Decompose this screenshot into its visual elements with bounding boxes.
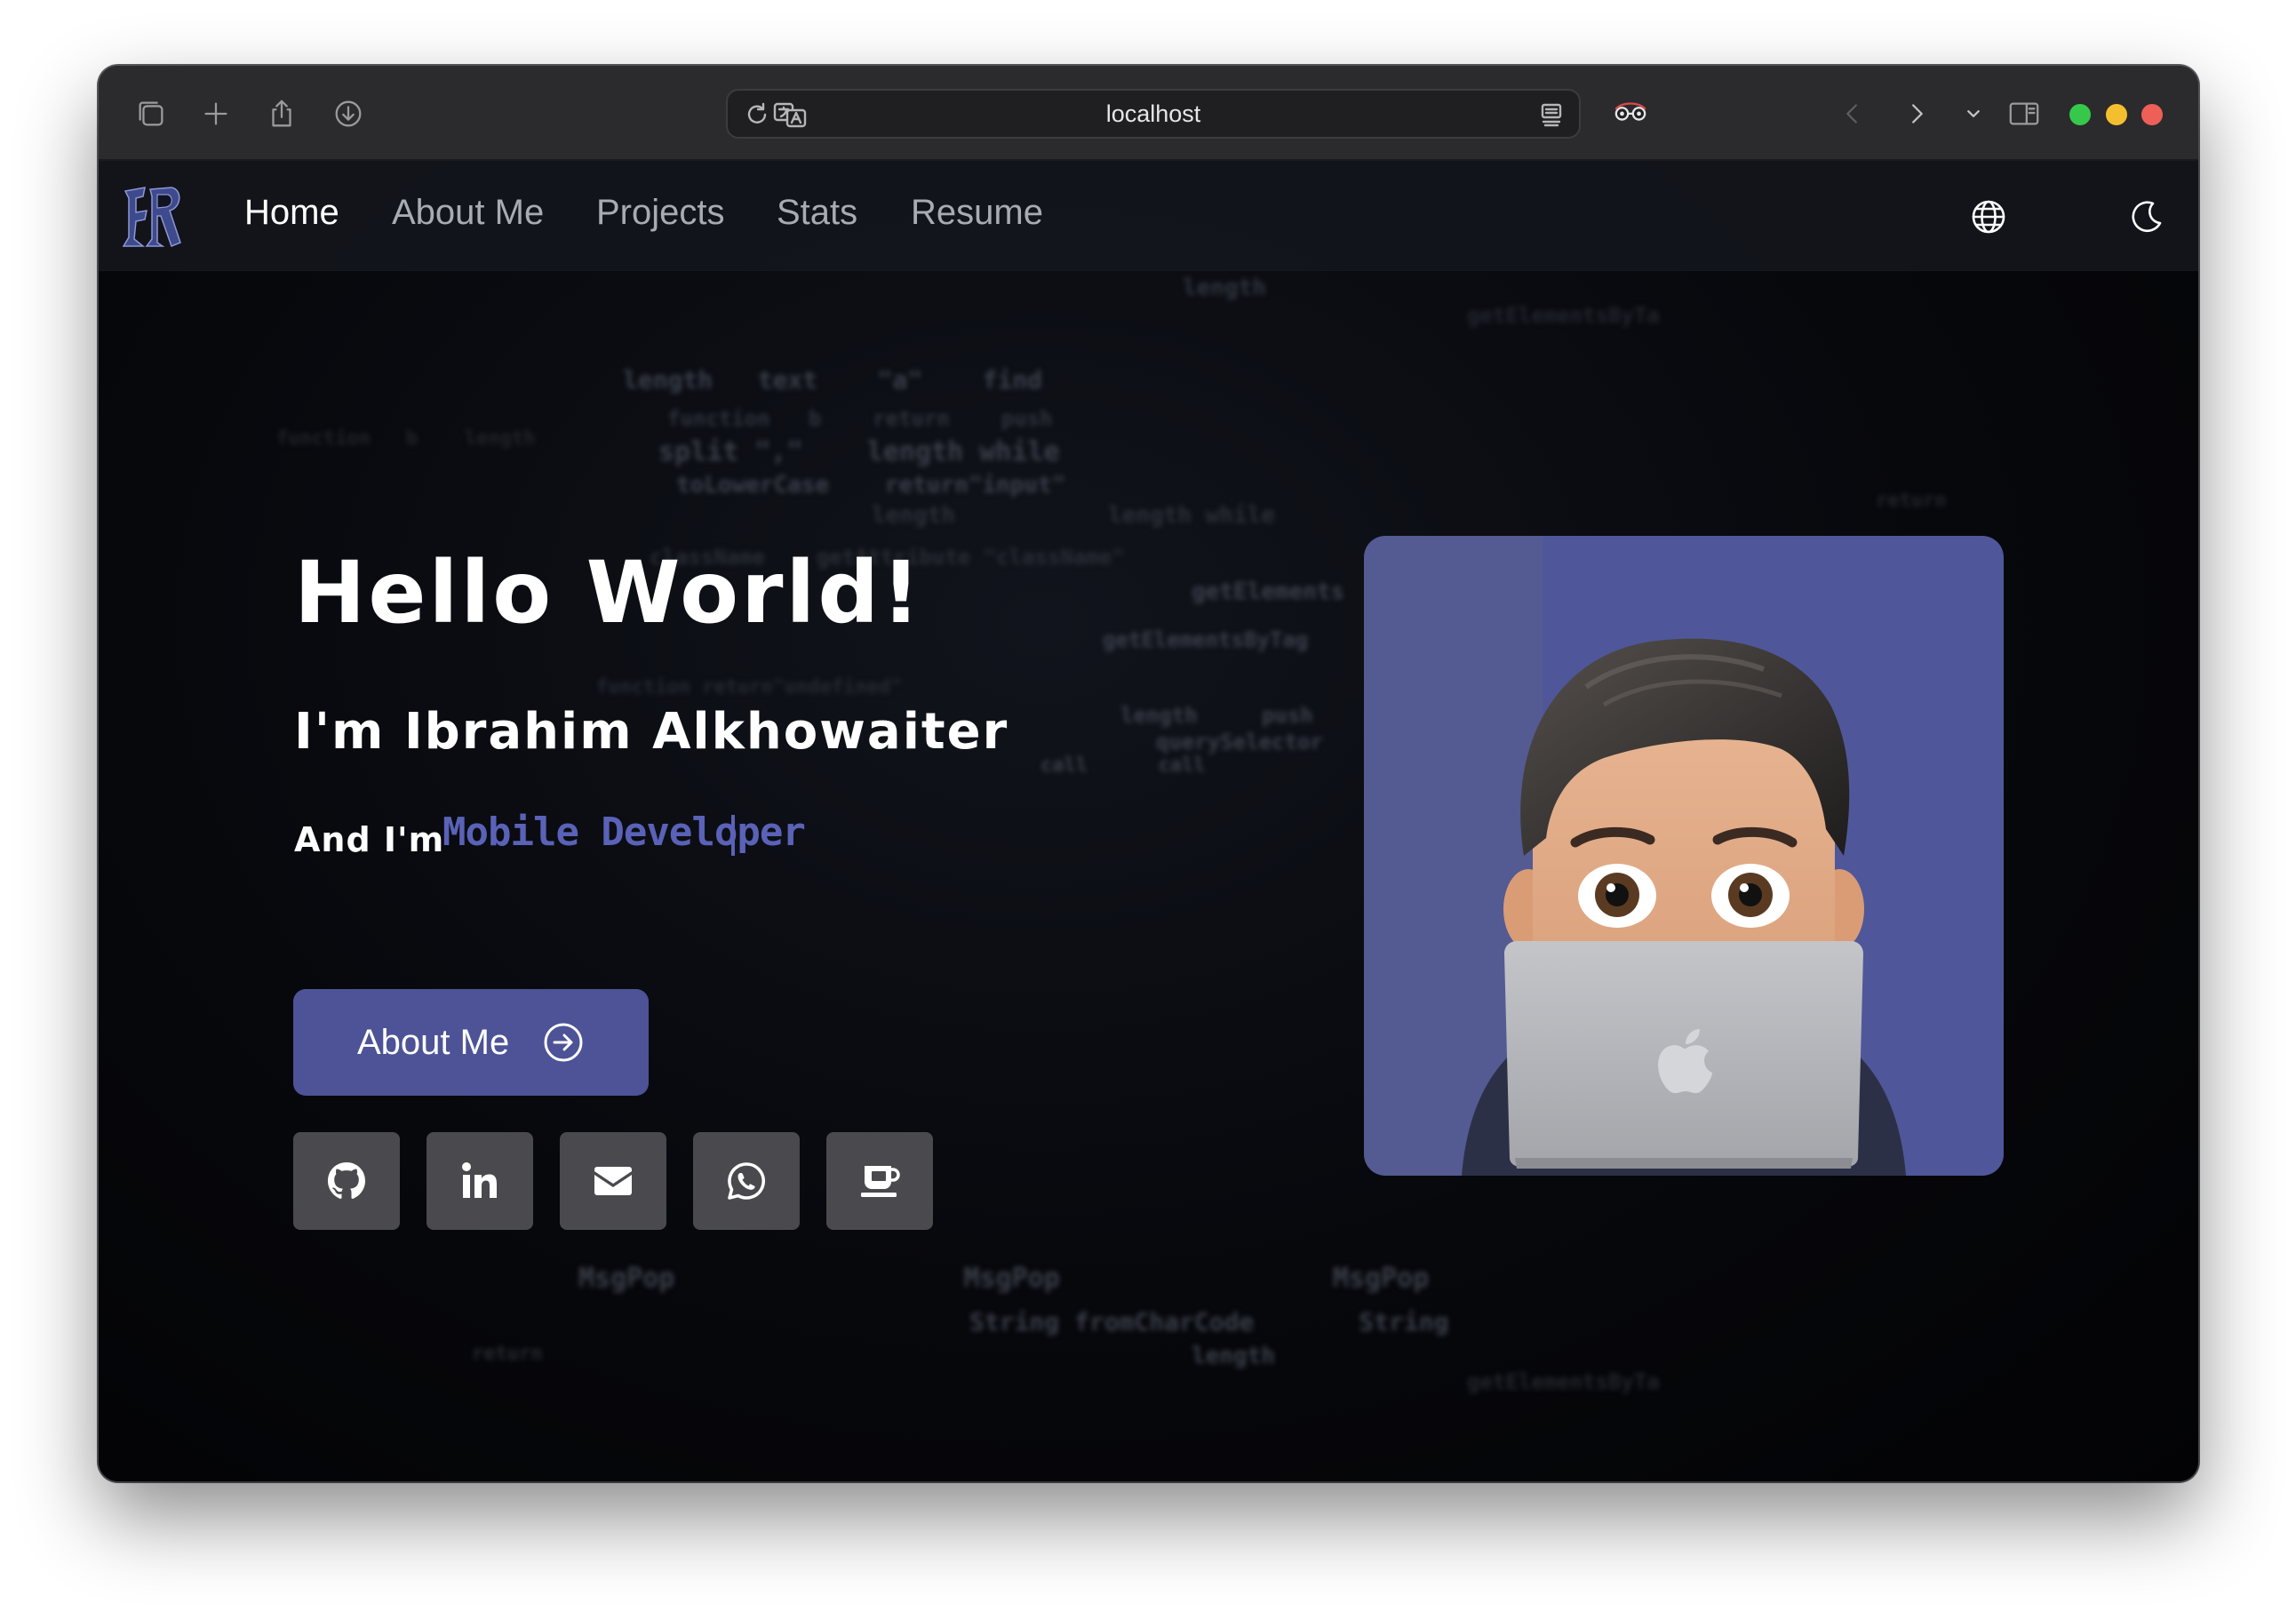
hero-role-prefix: And I'm — [294, 820, 445, 859]
typing-cursor — [731, 815, 735, 856]
nav-resume[interactable]: Resume — [911, 193, 1043, 233]
arrow-right-circle-icon — [544, 1023, 583, 1062]
site-logo[interactable] — [116, 180, 189, 253]
nav-home[interactable]: Home — [244, 193, 339, 233]
whatsapp-button[interactable] — [693, 1132, 800, 1230]
coffee-icon — [861, 1166, 900, 1197]
memoji-avatar-image — [1462, 638, 1906, 1176]
back-icon[interactable] — [1833, 94, 1872, 133]
globe-icon[interactable] — [1968, 196, 2009, 237]
nav-stats[interactable]: Stats — [777, 193, 857, 233]
moon-icon[interactable] — [2126, 196, 2167, 237]
hero-greeting: Hello World! — [294, 543, 923, 642]
browser-window: localhost length text "a" find function … — [99, 66, 2198, 1481]
about-me-button[interactable]: About Me — [293, 989, 649, 1096]
github-icon — [328, 1162, 365, 1199]
email-icon — [594, 1167, 632, 1195]
maximize-button[interactable] — [2069, 104, 2091, 125]
email-button[interactable] — [560, 1132, 666, 1230]
nav-about-me[interactable]: About Me — [392, 193, 544, 233]
minimize-button[interactable] — [2106, 104, 2127, 125]
forward-icon[interactable] — [1897, 94, 1936, 133]
linkedin-icon — [462, 1162, 497, 1198]
whatsapp-icon — [728, 1162, 765, 1200]
close-button[interactable] — [2141, 104, 2163, 125]
url-text: localhost — [1105, 100, 1201, 127]
hero-intro: I'm Ibrahim Alkhowaiter — [294, 703, 1009, 761]
site-navbar: Home About Me Projects Stats Resume — [99, 161, 2198, 271]
new-tab-icon[interactable] — [196, 94, 235, 133]
download-icon[interactable] — [329, 94, 368, 133]
chevron-down-icon[interactable] — [1954, 94, 1993, 133]
profile-avatar-card — [1364, 536, 2004, 1176]
sidebar-icon[interactable] — [2005, 94, 2044, 133]
extension-icon[interactable] — [1608, 92, 1653, 132]
address-bar[interactable]: localhost — [726, 89, 1581, 139]
browser-toolbar: localhost — [99, 66, 2198, 161]
github-button[interactable] — [293, 1132, 400, 1230]
web-page: length text "a" find function b return p… — [99, 161, 2198, 1481]
nav-projects[interactable]: Projects — [596, 193, 725, 233]
hero-role-typed: Mobile Developer — [442, 810, 806, 855]
about-me-button-label: About Me — [357, 1022, 510, 1062]
reader-view-icon[interactable] — [1536, 100, 1567, 130]
share-icon[interactable] — [262, 94, 301, 133]
buy-me-a-coffee-button[interactable] — [826, 1132, 933, 1230]
linkedin-button[interactable] — [427, 1132, 533, 1230]
tabs-overview-icon[interactable] — [132, 94, 171, 133]
